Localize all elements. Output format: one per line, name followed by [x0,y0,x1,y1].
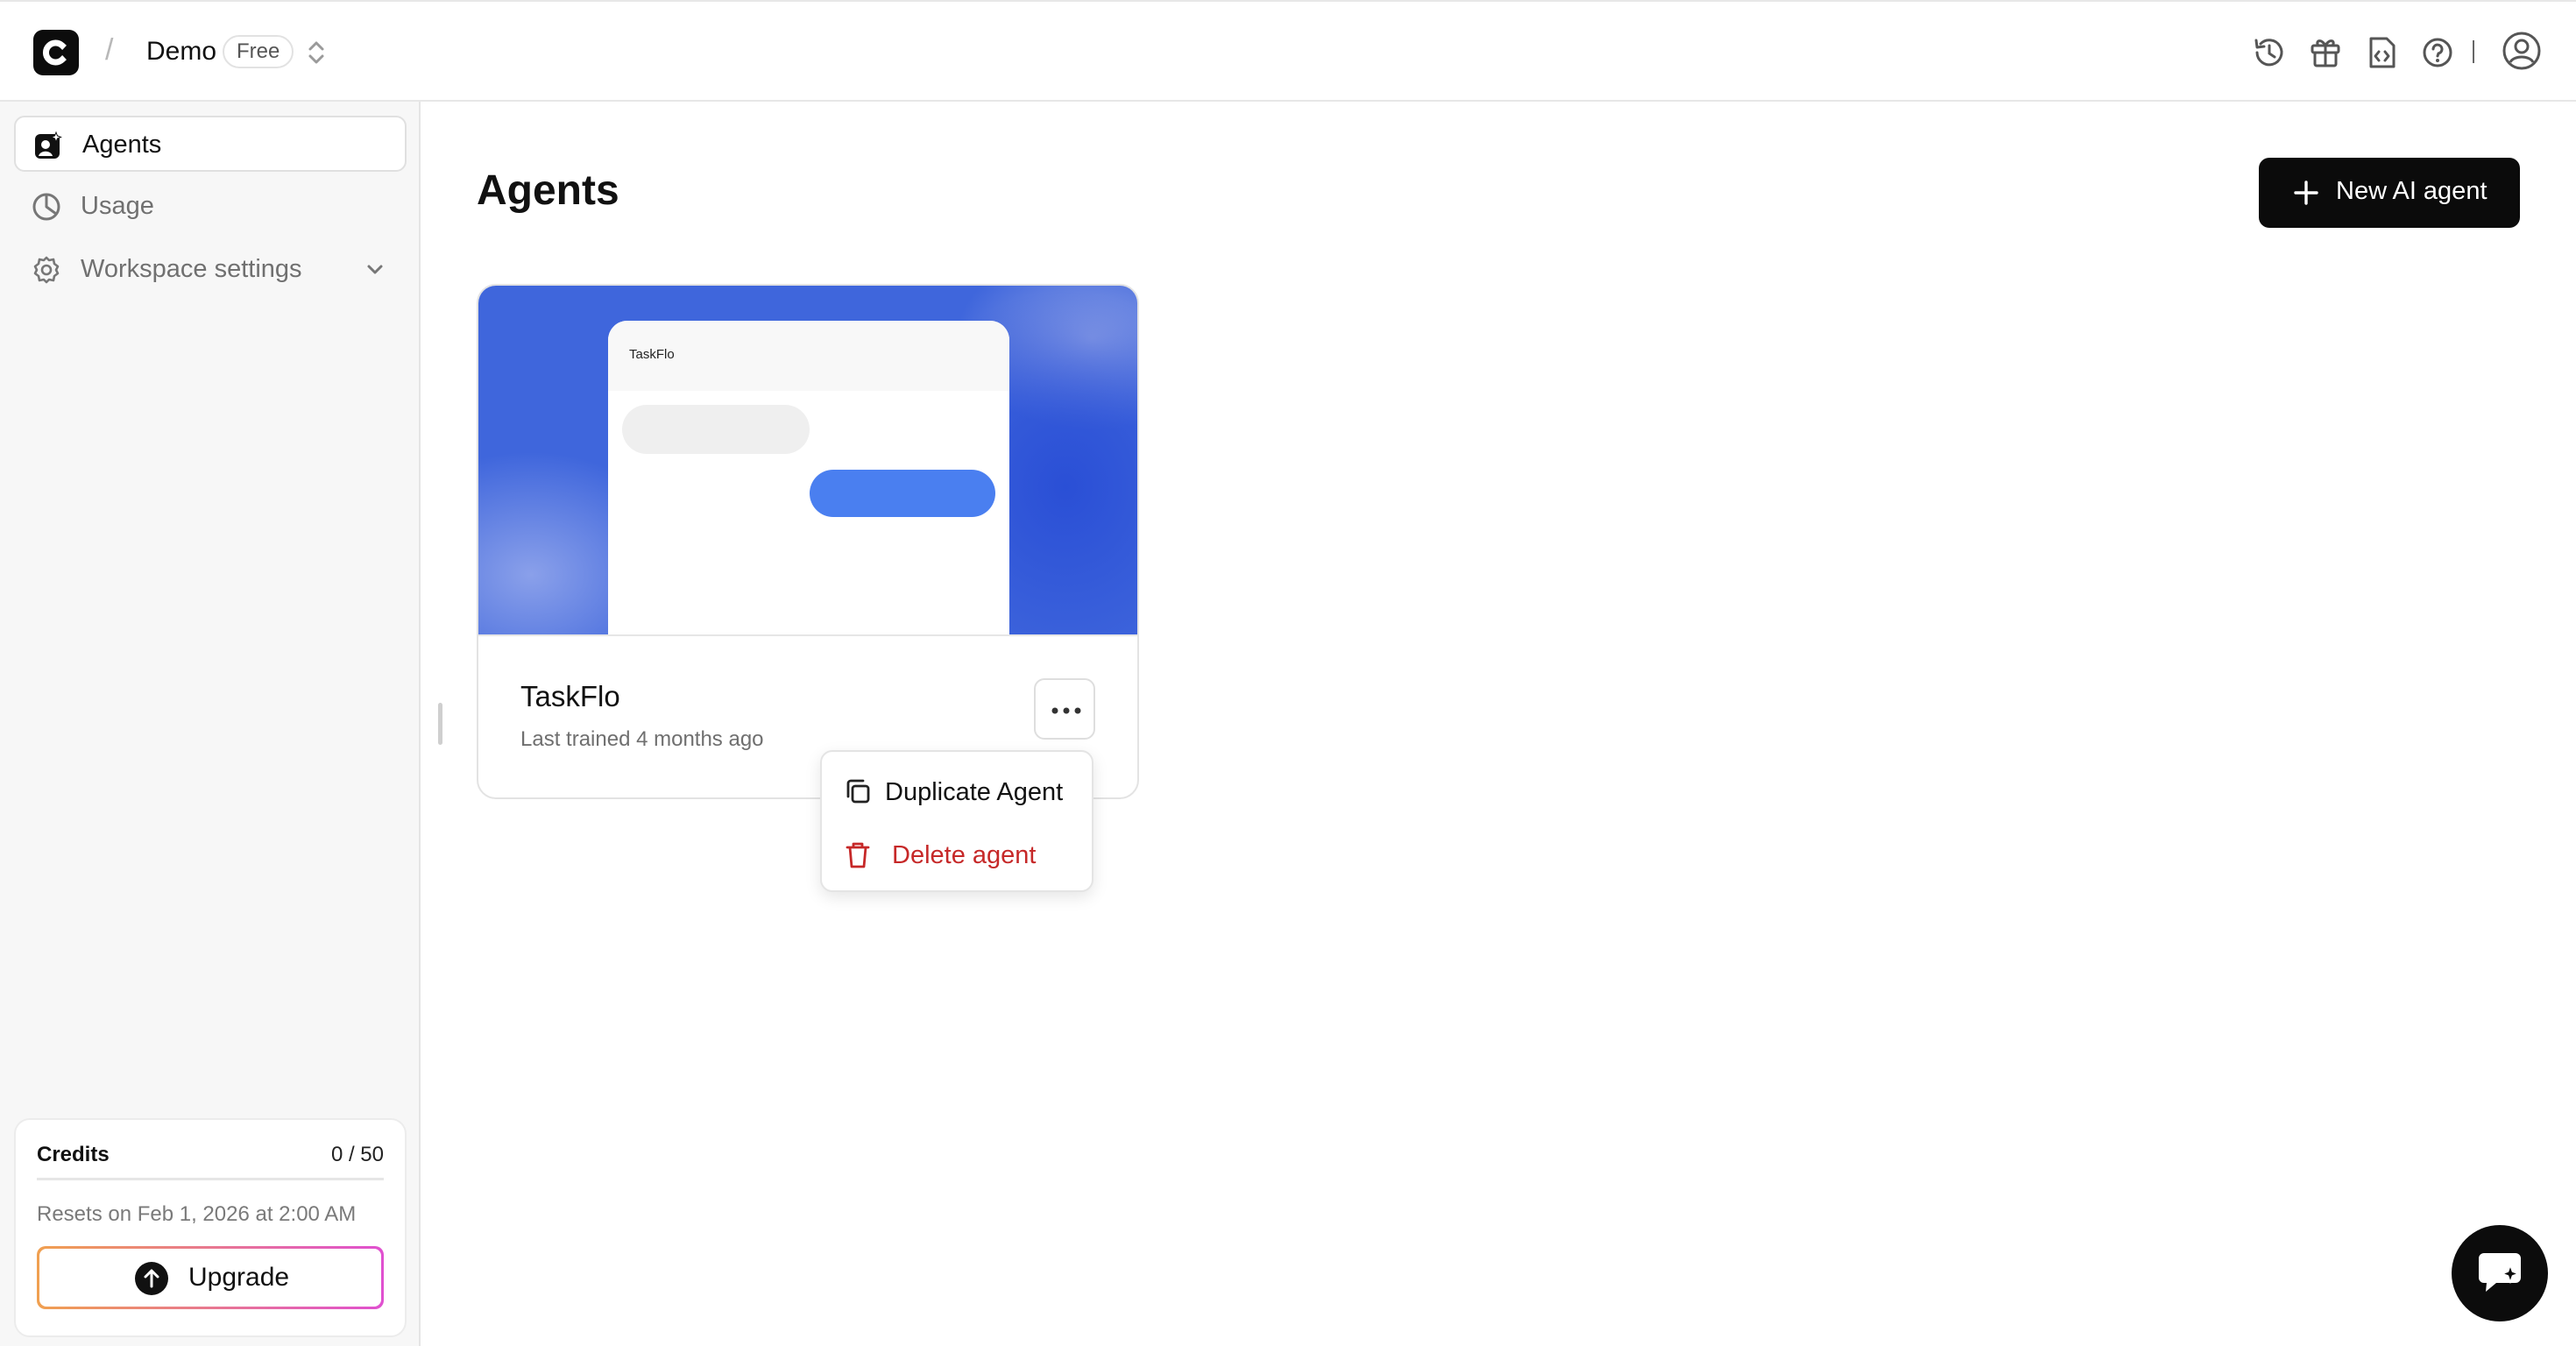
chat-support-button[interactable] [2452,1225,2548,1321]
card-divider [478,634,1137,636]
duplicate-agent-menu-item[interactable]: Duplicate Agent [822,761,1092,822]
sidebar-item-usage[interactable]: Usage [14,179,407,235]
app-logo-icon[interactable] [33,30,79,75]
credits-count: 0 / 50 [330,1143,384,1166]
copy-icon [843,776,873,806]
menu-item-label: Delete agent [892,841,1037,869]
more-options-button[interactable] [1034,678,1095,740]
pie-chart-icon [32,192,61,222]
account-icon[interactable] [2501,30,2543,72]
sidebar-resize-handle[interactable] [438,703,442,745]
code-docs-icon[interactable] [2362,33,2401,72]
workspace-switcher-icon[interactable] [303,37,329,68]
credits-panel: Credits 0 / 50 Resets on Feb 1, 2026 at … [14,1118,407,1337]
chat-preview: TaskFlo [608,321,1009,634]
new-ai-agent-label: New AI agent [2336,177,2488,205]
agent-card-cover: TaskFlo [478,286,1137,634]
new-ai-agent-button[interactable]: New AI agent [2259,158,2520,228]
agents-icon [33,131,63,160]
credits-reset-text: Resets on Feb 1, 2026 at 2:00 AM [37,1202,357,1226]
workspace-name[interactable]: Demo [146,37,216,67]
sidebar-item-workspace-settings[interactable]: Workspace settings [14,242,407,298]
chat-sparkle-icon [2479,1253,2521,1292]
page-title: Agents [477,167,619,214]
menu-item-label: Duplicate Agent [885,778,1064,806]
upgrade-button[interactable]: Upgrade [37,1246,384,1309]
plus-icon [2290,177,2322,209]
chevron-down-icon[interactable] [363,258,387,282]
delete-agent-menu-item[interactable]: Delete agent [822,824,1092,885]
chat-preview-bubble-incoming [622,405,810,454]
sidebar-item-agents[interactable]: Agents [14,116,407,172]
sidebar-item-label: Agents [82,131,162,159]
agent-name: TaskFlo [520,680,620,712]
sidebar: Agents Usage Workspace settings Credits … [0,102,421,1346]
credits-progress-bar [37,1178,384,1180]
gear-icon [32,255,61,285]
chat-preview-title: TaskFlo [629,347,675,362]
agent-options-menu: Duplicate Agent Delete agent [820,750,1093,892]
gift-icon[interactable] [2306,33,2345,72]
sidebar-item-label: Usage [81,192,154,220]
upgrade-label: Upgrade [188,1263,290,1292]
trash-icon [843,839,873,869]
chat-preview-header: TaskFlo [608,321,1009,391]
top-bar: / Demo Free [0,0,2576,102]
agent-last-trained: Last trained 4 months ago [520,727,764,751]
header-divider [2473,40,2474,63]
history-icon[interactable] [2250,33,2289,72]
ellipsis-icon [1051,707,1081,714]
credits-title: Credits [37,1143,110,1166]
breadcrumb-separator: / [105,33,114,67]
arrow-up-circle-icon [134,1261,169,1296]
plan-badge: Free [223,35,294,68]
agent-card[interactable]: TaskFlo TaskFlo Last trained 4 months ag… [477,284,1139,799]
help-icon[interactable] [2418,33,2457,72]
sidebar-item-label: Workspace settings [81,255,302,283]
chat-preview-bubble-outgoing [810,470,995,517]
